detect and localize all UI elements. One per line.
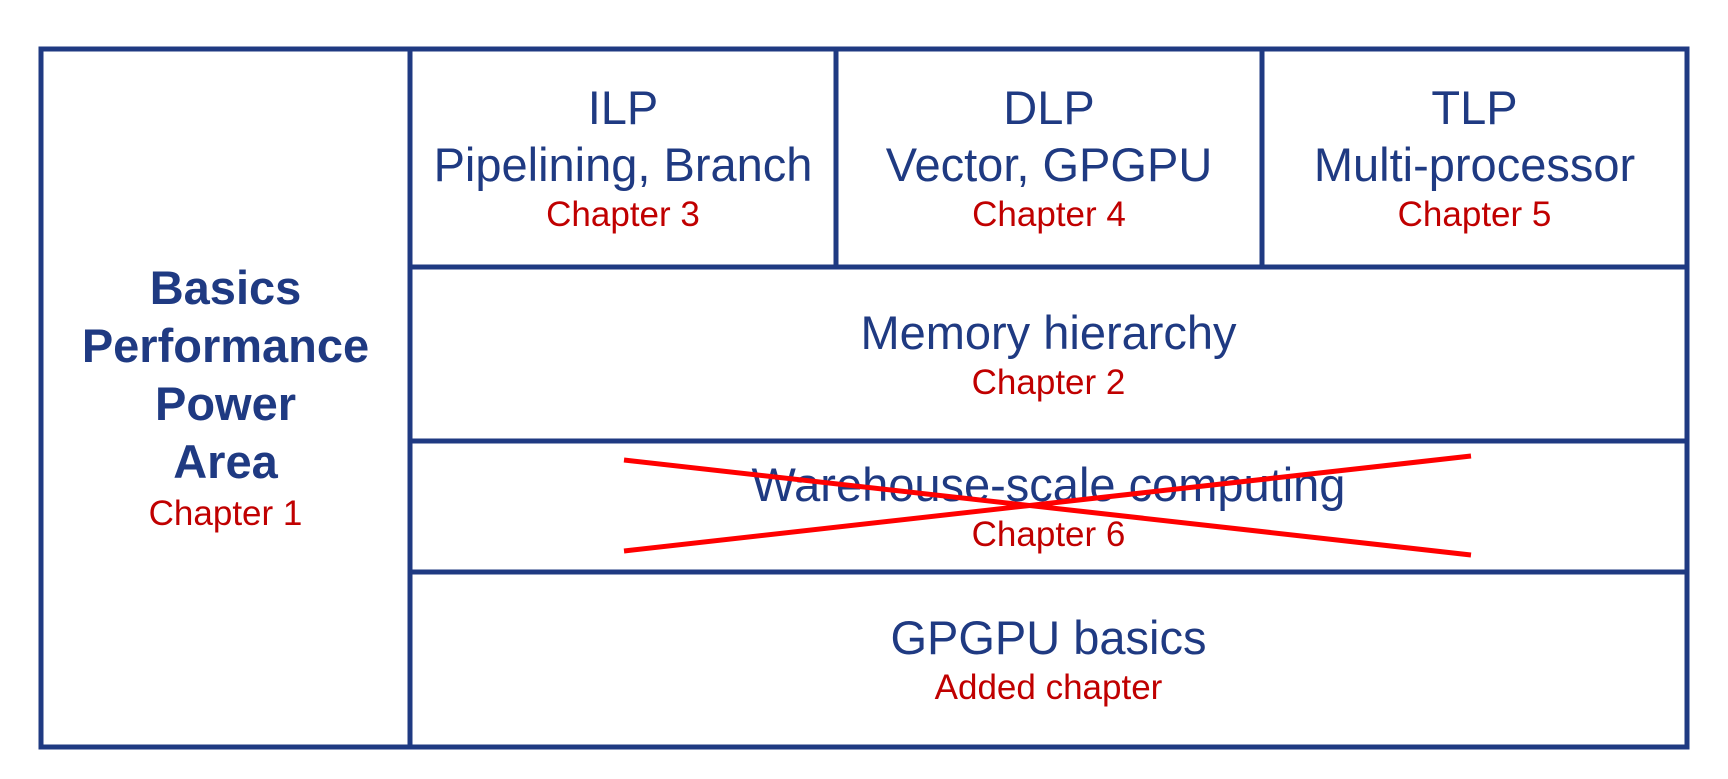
chapter-1-label: Chapter 1 <box>148 494 303 533</box>
basics-label: Basics <box>149 261 302 314</box>
memory-hierarchy-cell: Memory hierarchy Chapter 2 <box>412 269 1685 439</box>
chapter-4-label: Chapter 4 <box>972 195 1126 234</box>
course-structure-diagram: Basics Performance Power Area Chapter 1 … <box>0 0 1728 779</box>
tlp-cell: TLP Multi-processor Chapter 5 <box>1264 51 1685 265</box>
chapter-5-label: Chapter 5 <box>1397 195 1552 234</box>
power-label: Power <box>154 377 297 430</box>
dlp-cell: DLP Vector, GPGPU Chapter 4 <box>838 51 1260 265</box>
ilp-title: ILP <box>587 81 659 134</box>
area-label: Area <box>173 435 278 488</box>
performance-label: Performance <box>81 319 370 372</box>
ilp-cell: ILP Pipelining, Branch Chapter 3 <box>412 51 834 265</box>
warehouse-title: Warehouse-scale computing <box>751 458 1346 511</box>
warehouse-cell: Warehouse-scale computing Chapter 6 <box>412 443 1685 570</box>
gpgpu-basics-cell: GPGPU basics Added chapter <box>412 574 1685 745</box>
dlp-subtitle: Vector, GPGPU <box>885 138 1213 191</box>
added-chapter-label: Added chapter <box>934 668 1163 707</box>
memory-hierarchy-title: Memory hierarchy <box>860 305 1237 359</box>
chapter-2-label: Chapter 2 <box>971 362 1126 402</box>
ilp-subtitle: Pipelining, Branch <box>433 138 813 191</box>
tlp-title: TLP <box>1431 81 1518 134</box>
tlp-subtitle: Multi-processor <box>1313 138 1636 191</box>
chapter-6-label: Chapter 6 <box>971 515 1126 554</box>
gpgpu-basics-title: GPGPU basics <box>890 611 1207 664</box>
chapter-3-label: Chapter 3 <box>546 195 700 234</box>
basics-panel: Basics Performance Power Area Chapter 1 <box>43 51 408 745</box>
dlp-title: DLP <box>1003 81 1095 134</box>
